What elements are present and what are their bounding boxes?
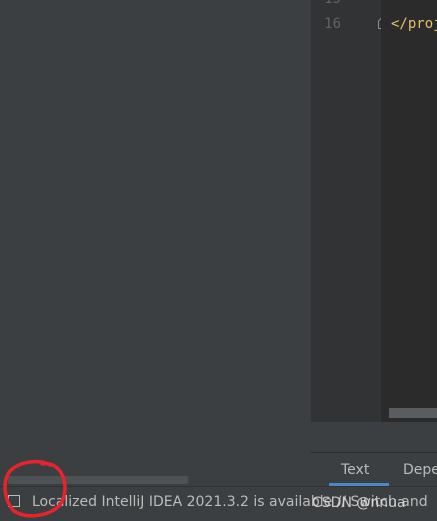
tab-text[interactable]: Text [341, 453, 369, 487]
project-panel [0, 0, 311, 486]
status-bar: Localized IntelliJ IDEA 2021.3.2 is avai… [0, 486, 437, 521]
watermark: CSDN @nnua [312, 495, 406, 511]
line-number: 15 [311, 0, 341, 7]
code-editor[interactable]: </proj [381, 0, 437, 422]
editor-gutter: 15 16 [311, 0, 381, 422]
tab-dependencies[interactable]: Depe [403, 453, 437, 487]
tool-window-toggle-icon[interactable] [8, 495, 20, 507]
editor-tab-bar: Text Depe [311, 452, 437, 487]
line-number: 16 [324, 16, 341, 32]
editor-scrollbar-thumb[interactable] [389, 408, 437, 418]
editor-bottom-area [311, 422, 437, 452]
project-panel-scrollbar-thumb[interactable] [8, 476, 188, 484]
code-line: </proj [391, 16, 437, 32]
